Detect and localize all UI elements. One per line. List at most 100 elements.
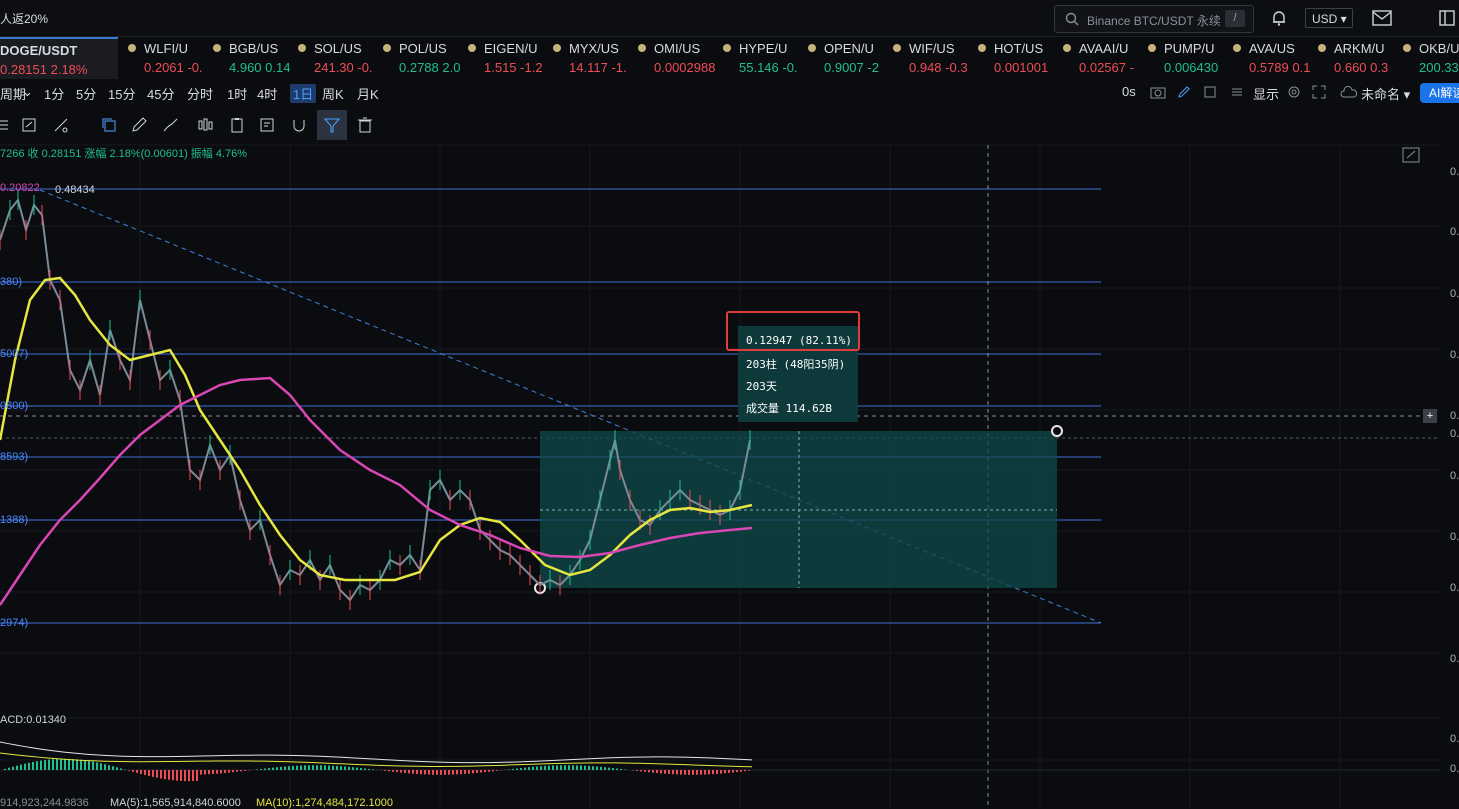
copy-icon[interactable] <box>100 116 118 134</box>
macd-bar <box>744 770 746 771</box>
ticker-item[interactable]: DOGE/USDT0.28151 2.18% <box>0 37 118 79</box>
expand-icon[interactable] <box>1402 147 1420 163</box>
ticker-item[interactable]: HYPE/U55.146 -0. <box>717 37 801 79</box>
ticker-item[interactable]: OKB/US200.33 0 <box>1397 37 1459 79</box>
ticker-price: 0.006430 <box>1164 60 1218 75</box>
chevron-down-icon: ⌄ <box>22 84 33 100</box>
window-icon[interactable] <box>1438 9 1456 27</box>
ticker-symbol: OPEN/U <box>824 41 874 56</box>
price-axis-tick: 0. <box>1450 226 1459 238</box>
measure-icon[interactable] <box>52 116 70 134</box>
ticker-item[interactable]: PUMP/U0.006430 <box>1142 37 1226 79</box>
clipboard-icon[interactable] <box>228 116 246 134</box>
pen-icon[interactable] <box>1177 85 1191 99</box>
ticker-item[interactable]: WLFI/U0.2061 -0. <box>122 37 206 79</box>
trash-icon[interactable] <box>356 116 374 134</box>
list-icon[interactable] <box>1230 85 1244 99</box>
macd-bar <box>404 770 406 773</box>
display-button[interactable]: 显示 <box>1253 84 1279 103</box>
ticker-symbol: WLFI/U <box>144 41 188 56</box>
ticker-item[interactable]: MYX/US14.117 -1. <box>547 37 631 79</box>
macd-bar <box>640 770 642 771</box>
measure-bars: 203柱 (48阳35阴) <box>746 356 845 372</box>
ticker-item[interactable]: BGB/US4.960 0.14 <box>207 37 291 79</box>
price-axis-tick: 0. <box>1450 428 1459 440</box>
ticker-item[interactable]: WIF/US0.948 -0.3 <box>887 37 971 79</box>
ticker-item[interactable]: AVAAI/U0.02567 - <box>1057 37 1141 79</box>
search-box[interactable]: Binance BTC/USDT 永续 / <box>1054 5 1254 33</box>
macd-bar <box>592 766 594 770</box>
ticker-item[interactable]: SOL/US241.30 -0. <box>292 37 376 79</box>
macd-bar <box>84 760 86 770</box>
ai-button[interactable]: AI解读 <box>1420 83 1459 103</box>
top-level-label: 0.48434 <box>55 184 95 196</box>
currency-select[interactable]: USD ▾ <box>1305 8 1353 28</box>
interval-tab[interactable]: 1时 <box>227 84 247 103</box>
ticker-item[interactable]: POL/US0.2788 2.0 <box>377 37 461 79</box>
macd-bar <box>48 760 50 770</box>
macd-bar <box>540 766 542 770</box>
price-axis-tick: 0. <box>1450 166 1459 178</box>
coin-icon <box>893 44 901 52</box>
macd-bar <box>28 763 30 770</box>
hamburger-icon[interactable] <box>0 116 10 134</box>
coin-icon <box>468 44 476 52</box>
interval-tab[interactable]: 周K <box>322 84 344 103</box>
ticker-item[interactable]: HOT/US0.001001 <box>972 37 1056 79</box>
bell-icon[interactable] <box>1270 9 1288 27</box>
interval-tab[interactable]: 月K <box>357 84 379 103</box>
ticker-item[interactable]: EIGEN/U1.515 -1.2 <box>462 37 546 79</box>
ticker-item[interactable]: AVA/US0.5789 0.1 <box>1227 37 1311 79</box>
interval-tab[interactable]: 4时 <box>257 84 277 103</box>
macd-bar <box>72 759 74 770</box>
macd-bar <box>716 770 718 774</box>
candles-icon[interactable] <box>196 116 214 134</box>
ticker-item[interactable]: OPEN/U0.9007 -2 <box>802 37 886 79</box>
pencil-icon[interactable] <box>130 116 148 134</box>
macd-bar <box>688 770 690 775</box>
macd-bar <box>472 770 474 773</box>
filter-tool[interactable] <box>317 110 347 140</box>
ticker-item[interactable]: ARKM/U0.660 0.3 <box>1312 37 1396 79</box>
sync-icon[interactable] <box>20 116 38 134</box>
ticker-price: 241.30 -0. <box>314 60 373 75</box>
macd-bar <box>68 759 70 770</box>
macd-bar <box>232 770 234 772</box>
camera-icon[interactable] <box>1150 85 1166 99</box>
ticker-item[interactable]: OMI/US0.0002988 <box>632 37 716 79</box>
interval-tab[interactable]: 15分 <box>108 84 135 103</box>
note-icon[interactable] <box>258 116 276 134</box>
macd-bar <box>16 766 18 770</box>
coin-icon <box>1148 44 1156 52</box>
interval-tab[interactable]: 45分 <box>147 84 174 103</box>
mail-icon[interactable] <box>1372 9 1392 27</box>
layout-name[interactable]: 未命名 ▾ <box>1361 84 1410 103</box>
export-icon[interactable] <box>1203 85 1217 99</box>
add-level-button[interactable]: + <box>1423 409 1437 423</box>
macd-bar <box>108 765 110 770</box>
price-chart[interactable] <box>0 140 1459 808</box>
macd-bar <box>204 770 206 774</box>
macd-bar <box>240 770 242 771</box>
volume-label: 914,923,244.9836 <box>0 797 89 809</box>
promo-text[interactable]: 人返20% <box>0 10 48 27</box>
fullscreen-icon[interactable] <box>1312 85 1326 99</box>
magnet-icon[interactable] <box>290 116 308 134</box>
macd-bar <box>364 768 366 770</box>
ticker-symbol: AVA/US <box>1249 41 1295 56</box>
settings-icon[interactable] <box>1287 85 1301 99</box>
macd-bar <box>60 759 62 770</box>
brush-icon[interactable] <box>162 116 180 134</box>
macd-bar <box>132 770 134 772</box>
interval-tab[interactable]: 1日 <box>290 84 316 103</box>
macd-bar <box>700 770 702 775</box>
macd-bar <box>216 770 218 774</box>
interval-tab[interactable]: 5分 <box>76 84 96 103</box>
macd-bar <box>268 768 270 770</box>
macd-bar <box>260 769 262 770</box>
interval-tab[interactable]: 1分 <box>44 84 64 103</box>
macd-bar <box>524 768 526 770</box>
macd-bar <box>324 765 326 770</box>
macd-bar <box>532 767 534 770</box>
interval-tab[interactable]: 分时 <box>187 84 213 103</box>
